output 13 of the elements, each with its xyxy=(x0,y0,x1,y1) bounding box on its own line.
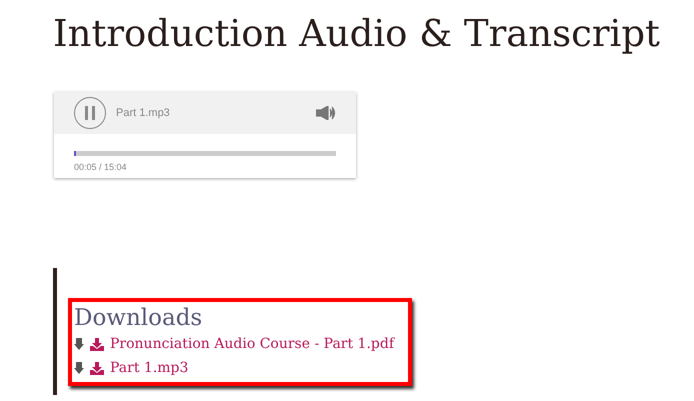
progress-track[interactable] xyxy=(74,151,336,156)
time-display: 00:05 / 15:04 xyxy=(74,162,128,172)
down-arrow-icon xyxy=(74,338,84,350)
page-title: Introduction Audio & Transcript xyxy=(53,11,660,57)
download-link[interactable]: Pronunciation Audio Course - Part 1.pdf xyxy=(74,332,394,356)
pause-button[interactable] xyxy=(74,97,106,129)
download-link[interactable]: Part 1.mp3 xyxy=(74,356,394,380)
downloads-heading: Downloads xyxy=(74,304,204,332)
down-arrow-icon xyxy=(74,362,84,374)
track-name: Part 1.mp3 xyxy=(116,107,171,119)
download-icon xyxy=(90,362,104,374)
speaker-icon[interactable] xyxy=(316,106,336,120)
download-icon xyxy=(90,338,104,350)
